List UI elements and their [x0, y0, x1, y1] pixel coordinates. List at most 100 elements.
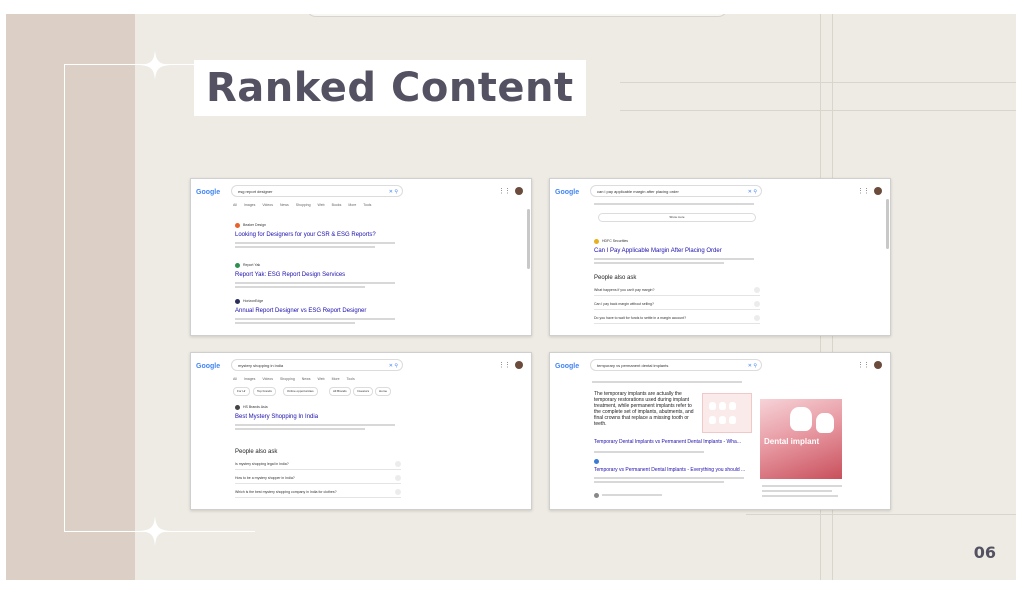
knowledge-panel-label: Dental implant [764, 437, 820, 446]
grid-line [620, 82, 1016, 83]
chevron-down-icon [754, 287, 760, 293]
google-logo-icon: Google [555, 363, 580, 370]
favicon-icon [235, 299, 240, 304]
result-title: Temporary vs Permanent Dental Implants -… [594, 467, 746, 473]
scrollbar [527, 209, 530, 269]
favicon-icon [235, 405, 240, 410]
chevron-down-icon [395, 489, 401, 495]
tab-shopping: Shopping [295, 203, 311, 207]
header-actions: ⋮⋮ [498, 361, 523, 369]
favicon-icon [235, 263, 240, 268]
google-logo-icon: Google [196, 189, 221, 196]
scrollbar [886, 199, 889, 249]
favicon-icon [594, 239, 599, 244]
tab-news: News [279, 203, 289, 207]
panel-description [762, 485, 842, 487]
grid-line [620, 110, 1016, 111]
search-query: mystery shopping in india [238, 363, 284, 368]
page-number: 06 [973, 543, 996, 562]
result-snippet [235, 322, 355, 324]
filter-chip: Investors [353, 387, 374, 396]
filter-chip: For Hr [233, 387, 250, 396]
result-title: Temporary Dental Implants vs Permanent D… [594, 439, 742, 445]
chevron-down-icon [754, 315, 760, 321]
search-input: mystery shopping in india ✕ ⚲ [231, 359, 403, 371]
search-screenshot-margin: Google can i pay applicable margin after… [549, 178, 891, 336]
teeth-image [702, 393, 752, 433]
search-screenshot-esg: Google esg report designer ✕ ⚲ ⋮⋮ All Im… [190, 178, 532, 336]
paa-question: Can I pay back margin without selling? [594, 299, 760, 310]
filter-chip: All Brands [329, 387, 351, 396]
slide-title: Ranked Content [206, 65, 574, 111]
result-snippet [235, 428, 365, 430]
result-snippet [235, 242, 395, 244]
header-actions: ⋮⋮ [857, 361, 882, 369]
favicon-icon [235, 223, 240, 228]
paa-question: Do you have to wait for funds to settle … [594, 313, 760, 324]
tab-all: All [233, 203, 237, 207]
result-snippet [594, 262, 724, 264]
search-icon: ✕ ⚲ [388, 363, 398, 369]
tab-web: Web [317, 203, 325, 207]
paa-question: What happens if you can't pay margin? [594, 285, 760, 296]
search-query: temporary vs permanent dental implants [597, 363, 669, 368]
header-actions: ⋮⋮ [498, 187, 523, 195]
filter-chip: Top brands [253, 387, 276, 396]
search-input: can i pay applicable margin after placin… [590, 185, 762, 197]
avatar-icon [515, 361, 523, 369]
search-query: esg report designer [238, 189, 273, 194]
result-snippet [594, 203, 754, 205]
panel-description [762, 490, 832, 492]
favicon-icon [594, 459, 599, 464]
people-also-ask-heading: People also ask [235, 449, 278, 455]
result-title: Annual Report Designer vs ESG Report Des… [235, 308, 367, 314]
tab-tools: Tools [363, 203, 372, 207]
header-actions: ⋮⋮ [857, 187, 882, 195]
tab-more: More [348, 203, 357, 207]
search-tabs [592, 381, 742, 383]
sparkle-icon [140, 50, 170, 80]
google-logo-icon: Google [555, 189, 580, 196]
result-snippet [602, 494, 662, 496]
google-logo-icon: Google [196, 363, 221, 370]
avatar-icon [874, 361, 882, 369]
featured-snippet-text: The temporary implants are actually the … [594, 391, 694, 427]
result-snippet [235, 282, 395, 284]
paa-question: How to be a mystery shopper in India? [235, 473, 401, 484]
knowledge-panel-image: Dental implant [760, 399, 842, 479]
filter-chip: Home [375, 387, 392, 396]
result-site: HS Brands Asia [243, 405, 268, 409]
result-site: Report Yak [243, 263, 261, 267]
search-icon: ✕ ⚲ [747, 363, 757, 369]
tab-videos: Videos [262, 203, 273, 207]
top-tab-shape [306, 14, 728, 17]
result-snippet [594, 481, 724, 483]
result-snippet [235, 246, 375, 248]
filter-chip: Online opportunities [283, 387, 318, 396]
result-snippet [235, 318, 395, 320]
result-site: HorizonEdge [243, 299, 264, 303]
tab-images: Images [243, 203, 256, 207]
tab-books: Books [331, 203, 342, 207]
people-also-ask-heading: People also ask [594, 275, 637, 281]
search-query: can i pay applicable margin after placin… [597, 189, 679, 194]
paa-question: Is mystery shopping legal in India? [235, 459, 401, 470]
search-screenshot-mystery: Google mystery shopping in india ✕ ⚲ ⋮⋮ … [190, 352, 532, 510]
avatar-icon [874, 187, 882, 195]
result-title: Looking for Designers for your CSR & ESG… [235, 232, 376, 238]
result-snippet [235, 424, 395, 426]
chevron-down-icon [395, 475, 401, 481]
favicon-icon [594, 493, 599, 498]
chevron-down-icon [395, 461, 401, 467]
result-snippet [594, 258, 754, 260]
result-snippet [235, 286, 365, 288]
result-title: Report Yak: ESG Report Design Services [235, 272, 346, 278]
result-title: Can I Pay Applicable Margin After Placin… [594, 248, 722, 254]
show-more-button: Show more [598, 213, 756, 222]
panel-description [762, 495, 838, 497]
search-input: esg report designer ✕ ⚲ [231, 185, 403, 197]
search-icon: ✕ ⚲ [388, 189, 398, 195]
sparkle-icon [140, 516, 170, 546]
search-screenshot-dental: Google temporary vs permanent dental imp… [549, 352, 891, 510]
result-site: HDFC Securities [602, 239, 629, 243]
